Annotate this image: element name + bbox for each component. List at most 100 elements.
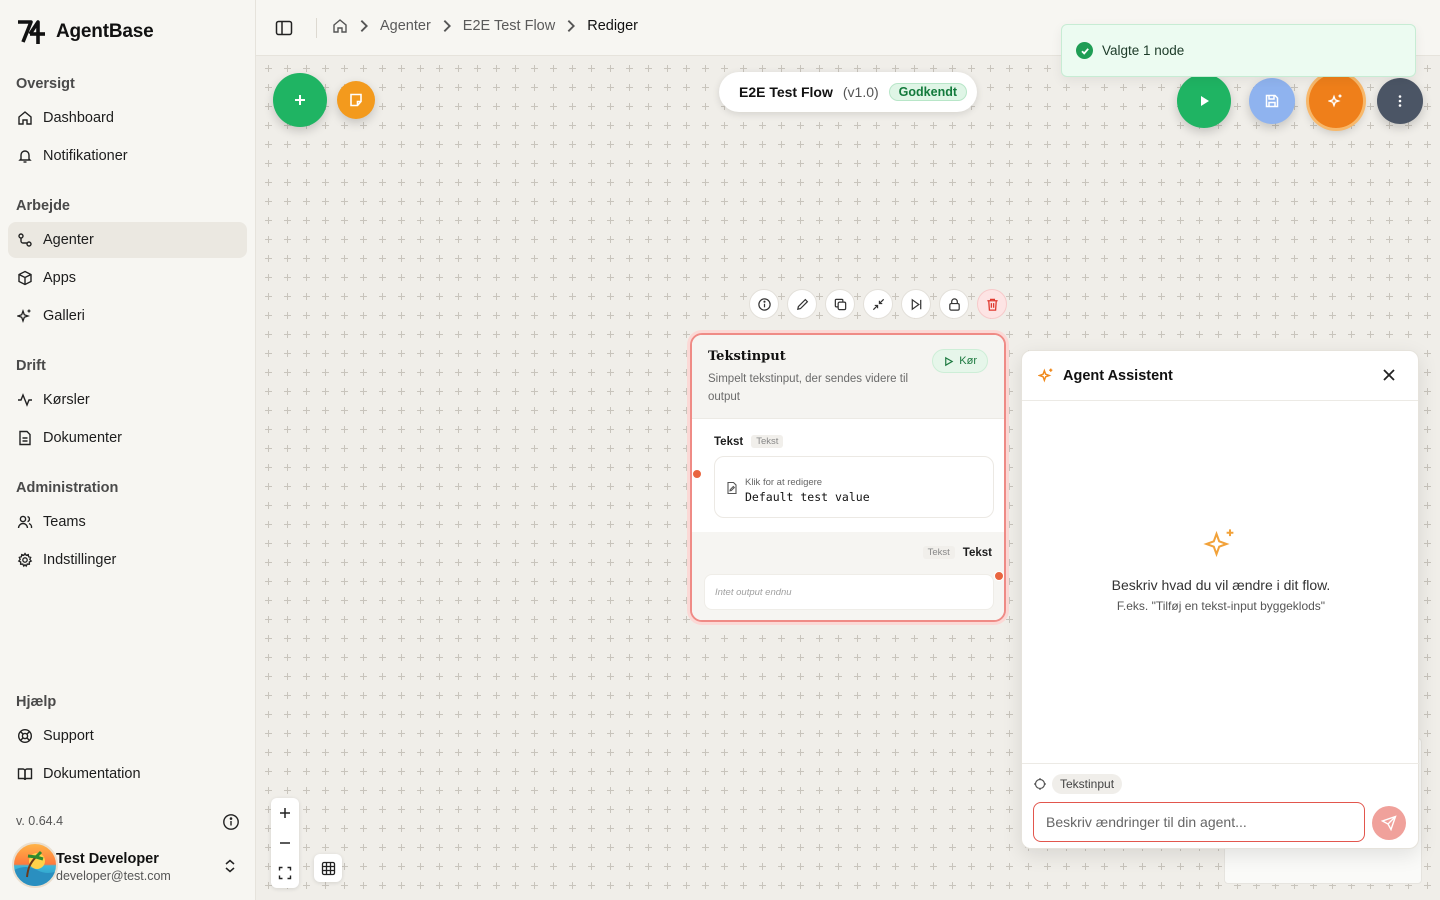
flow-version: (v1.0) [842,84,879,100]
brand[interactable]: AgentBase [16,18,154,46]
assistant-empty-state: Beskriv hvad du vil ændre i dit flow. F.… [1022,526,1420,613]
minimap-toggle-button[interactable] [314,854,342,882]
notes-button[interactable] [337,81,375,119]
more-options-button[interactable] [1377,78,1423,124]
brand-name: AgentBase [56,21,154,42]
edit-document-icon [727,481,737,495]
empty-state-hint: F.eks. "Tilføj en tekst-input byggeklods… [1116,599,1326,613]
output-handle[interactable] [994,571,1004,581]
document-icon [19,430,31,446]
sparkles-icon [1038,368,1053,383]
ai-assistant-button[interactable] [1309,74,1363,128]
node-collapse-button[interactable] [863,289,893,319]
text-input-node[interactable]: Tekstinput Simpelt tekstinput, der sende… [690,333,1006,622]
sidebar-item-label: Galleri [43,308,85,324]
breadcrumb-current: Rediger [587,18,638,34]
workflow-icon [18,233,32,247]
sidebar-item-label: Kørsler [43,392,90,408]
bell-icon [18,150,32,163]
sparkles-icon [17,309,31,323]
section-administration: Administration [16,480,119,496]
sidebar-item-label: Notifikationer [43,148,128,164]
sidebar-item-notifikationer[interactable]: Notifikationer [8,138,247,174]
user-email: developer@test.com [56,869,171,883]
input-label: Tekst [714,435,744,448]
chevron-right-icon [443,20,451,32]
context-chip[interactable]: Tekstinput [1052,774,1123,794]
sticky-note-icon [350,93,362,107]
node-delete-button[interactable] [977,289,1007,319]
chevron-right-icon [567,20,576,32]
sidebar-item-dokumentation[interactable]: Dokumentation [8,756,247,792]
node-duplicate-button[interactable] [825,289,855,319]
output-type-tag: Tekst [922,546,955,559]
users-icon [17,515,33,529]
activity-icon [18,393,32,407]
node-edit-button[interactable] [787,289,817,319]
output-preview: Intet output endnu [704,574,994,610]
zoom-in-icon[interactable] [278,806,292,820]
box-icon [18,270,32,286]
save-button[interactable] [1249,78,1295,124]
sidebar-item-galleri[interactable]: Galleri [8,298,247,334]
flow-title-pill[interactable]: E2E Test Flow (v1.0) Godkendt [719,72,977,112]
send-button[interactable] [1372,806,1406,840]
breadcrumb-flow[interactable]: E2E Test Flow [463,18,555,34]
send-icon [1381,815,1397,831]
selection-icon [1034,778,1046,790]
info-icon[interactable] [222,813,240,831]
close-icon[interactable] [1382,368,1396,382]
assistant-input[interactable] [1033,802,1365,842]
sidebar-item-support[interactable]: Support [8,718,247,754]
pencil-icon [796,298,808,310]
fit-view-icon[interactable] [278,866,292,880]
app-version: v. 0.64.4 [16,814,64,828]
sidebar-item-label: Apps [43,270,77,286]
text-value-field[interactable]: Klik for at redigere Default test value [714,456,994,518]
sidebar-toggle-icon[interactable] [274,18,294,38]
output-label-row: Tekst Tekst [922,546,992,559]
chevrons-up-down-icon [225,859,235,873]
sidebar-item-dokumenter[interactable]: Dokumenter [8,420,247,456]
node-header: Tekstinput Simpelt tekstinput, der sende… [692,335,1004,419]
plus-icon [295,95,305,105]
divider [316,18,317,38]
sidebar-item-apps[interactable]: Apps [8,260,247,296]
gear-icon [17,552,33,568]
trash-icon [986,298,998,311]
sparkles-icon [1328,94,1342,108]
toast-notification: Valgte 1 node [1061,24,1416,77]
sidebar-item-korsler[interactable]: Kørsler [8,382,247,418]
sparkles-icon [1203,529,1234,558]
sidebar: AgentBase Oversigt Dashboard Notifikatio… [0,0,256,900]
node-toolbar [749,289,1007,319]
run-flow-button[interactable] [1177,74,1231,128]
node-lock-button[interactable] [939,289,969,319]
sidebar-item-indstillinger[interactable]: Indstillinger [8,542,247,578]
input-handle[interactable] [692,469,702,479]
input-value: Default test value [745,490,870,504]
node-run-button[interactable]: Kør [932,349,988,373]
empty-state-title: Beskriv hvad du vil ændre i dit flow. [1111,577,1331,593]
add-node-button[interactable] [273,73,327,127]
copy-icon [834,298,846,310]
sidebar-item-label: Teams [43,514,86,530]
lifebuoy-icon [17,728,33,744]
sidebar-item-teams[interactable]: Teams [8,504,247,540]
home-icon[interactable] [332,18,348,34]
output-label: Tekst [962,546,992,559]
node-info-button[interactable] [749,289,779,319]
more-vertical-icon [1398,95,1402,107]
zoom-out-icon[interactable] [278,836,292,850]
breadcrumb: Agenter E2E Test Flow Rediger [332,18,638,34]
input-field-label-row: Tekst Tekst [714,435,784,448]
node-skip-button[interactable] [901,289,931,319]
node-output-section: Tekst Tekst Intet output endnu [692,532,1004,620]
assistant-title: Agent Assistent [1063,367,1173,384]
user-menu[interactable]: Test Developer developer@test.com [12,842,248,890]
section-hjaelp: Hjælp [16,694,57,710]
sidebar-item-agenter[interactable]: Agenter [8,222,247,258]
grid-icon [321,861,335,875]
sidebar-item-dashboard[interactable]: Dashboard [8,100,247,136]
breadcrumb-agenter[interactable]: Agenter [380,18,431,34]
